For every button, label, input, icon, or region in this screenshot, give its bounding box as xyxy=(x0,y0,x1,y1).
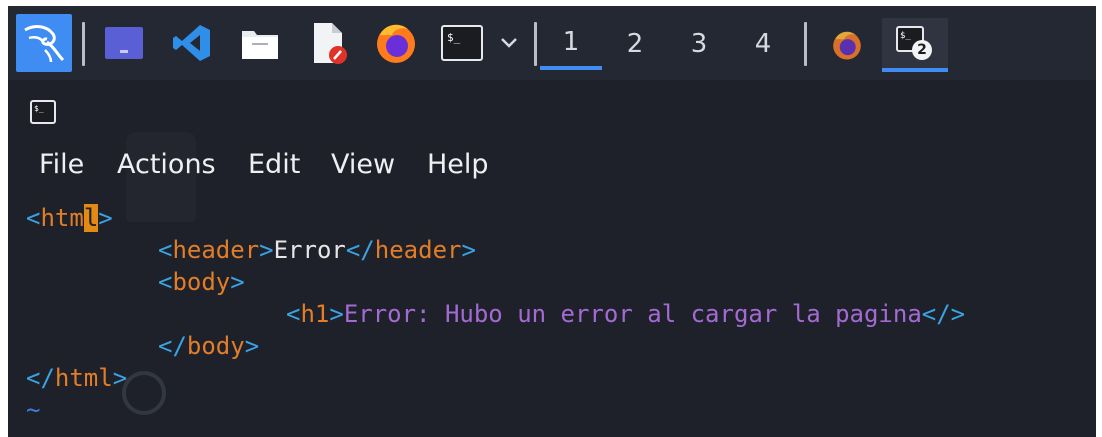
task-terminal[interactable]: $_ 2 xyxy=(882,18,948,72)
svg-text:$_: $_ xyxy=(447,31,461,44)
tag-bracket: > xyxy=(244,332,260,360)
empty-line-marker: ~ xyxy=(26,396,41,424)
code-line-2: <header>Error</header> xyxy=(158,234,476,266)
tag-bracket: < xyxy=(158,236,173,264)
workspace-1[interactable]: 1 xyxy=(540,18,602,70)
terminal-editor[interactable]: <html> <header>Error</header> <body> <h1… xyxy=(8,194,1096,437)
firefox-icon xyxy=(833,31,861,60)
tag-name: header xyxy=(374,236,462,264)
kali-menu-button[interactable] xyxy=(16,14,72,72)
code-line-6: </html> xyxy=(26,362,127,394)
tag-bracket: < xyxy=(286,300,301,328)
tag-bracket: </ xyxy=(158,332,187,360)
code-line-1: <html> xyxy=(26,202,113,234)
tag-name: htm xyxy=(40,204,84,232)
vscode-icon xyxy=(173,25,210,61)
taskbar-separator xyxy=(804,22,807,66)
firefox-launcher[interactable] xyxy=(366,16,426,70)
menu-edit[interactable]: Edit xyxy=(248,149,300,180)
menu-actions[interactable]: Actions xyxy=(117,149,216,180)
h1-text: Error: Hubo un error al cargar la pagina xyxy=(343,300,922,328)
tag-bracket: < xyxy=(26,204,41,232)
taskbar-separator xyxy=(82,22,85,66)
tag-bracket: </> xyxy=(921,300,966,328)
code-line-4: <h1>Error: Hubo un error al cargar la pa… xyxy=(286,298,965,330)
tag-name: body xyxy=(172,268,231,296)
file-manager-launcher[interactable] xyxy=(230,16,290,70)
terminal-titlebar: $_ xyxy=(8,80,1096,140)
tag-name: body xyxy=(186,332,245,360)
launcher-dropdown-button[interactable] xyxy=(492,16,526,70)
tag-bracket: > xyxy=(329,300,344,328)
file-manager-icon xyxy=(242,31,278,59)
svg-text:$_: $_ xyxy=(34,104,44,113)
menu-view[interactable]: View xyxy=(331,149,395,180)
tag-name: header xyxy=(172,236,260,264)
desktop-ghost-icon xyxy=(122,371,166,415)
terminal-icon[interactable]: $_ xyxy=(30,100,56,124)
task-firefox[interactable] xyxy=(814,18,880,72)
text-cursor: l xyxy=(83,204,99,232)
svg-text:$_: $_ xyxy=(900,31,911,41)
taskbar: $_ 1 2 3 4 $_ 2 xyxy=(8,6,1096,80)
tag-bracket: > xyxy=(259,236,274,264)
text-editor-icon xyxy=(314,23,347,64)
tag-bracket: < xyxy=(158,268,173,296)
show-desktop-icon xyxy=(105,27,143,59)
workspace-4[interactable]: 4 xyxy=(732,18,794,70)
taskbar-separator xyxy=(534,22,537,66)
task-terminal-icon-wrap: $_ 2 xyxy=(896,24,934,62)
desktop-screen: $_ 1 2 3 4 $_ 2 $_ File Actions Edit Vie… xyxy=(8,6,1096,437)
show-desktop-button[interactable] xyxy=(94,16,154,70)
menu-file[interactable]: File xyxy=(39,149,84,180)
tag-bracket: </ xyxy=(26,364,55,392)
workspace-2[interactable]: 2 xyxy=(604,18,666,70)
header-text: Error xyxy=(273,236,346,264)
tag-bracket: > xyxy=(461,236,476,264)
code-line-5: </body> xyxy=(158,330,259,362)
terminal-icon: $_ xyxy=(441,25,483,61)
empty-line-marker: ~ xyxy=(26,424,40,437)
menu-bar: File Actions Edit View Help xyxy=(8,140,1096,192)
tag-bracket: > xyxy=(230,268,245,296)
chevron-down-icon xyxy=(501,38,517,48)
tag-name: html xyxy=(54,364,113,392)
tag-name: h1 xyxy=(300,300,330,328)
text-editor-launcher[interactable] xyxy=(298,16,358,70)
window-count-badge: 2 xyxy=(912,40,932,60)
code-line-3: <body> xyxy=(158,266,245,298)
terminal-launcher[interactable]: $_ xyxy=(432,16,492,70)
tag-bracket: > xyxy=(98,204,113,232)
tag-bracket: </ xyxy=(345,236,375,264)
firefox-icon xyxy=(377,24,415,63)
kali-dragon-icon xyxy=(24,25,65,63)
workspace-3[interactable]: 3 xyxy=(668,18,730,70)
menu-help[interactable]: Help xyxy=(427,149,489,180)
vscode-launcher[interactable] xyxy=(162,16,222,70)
